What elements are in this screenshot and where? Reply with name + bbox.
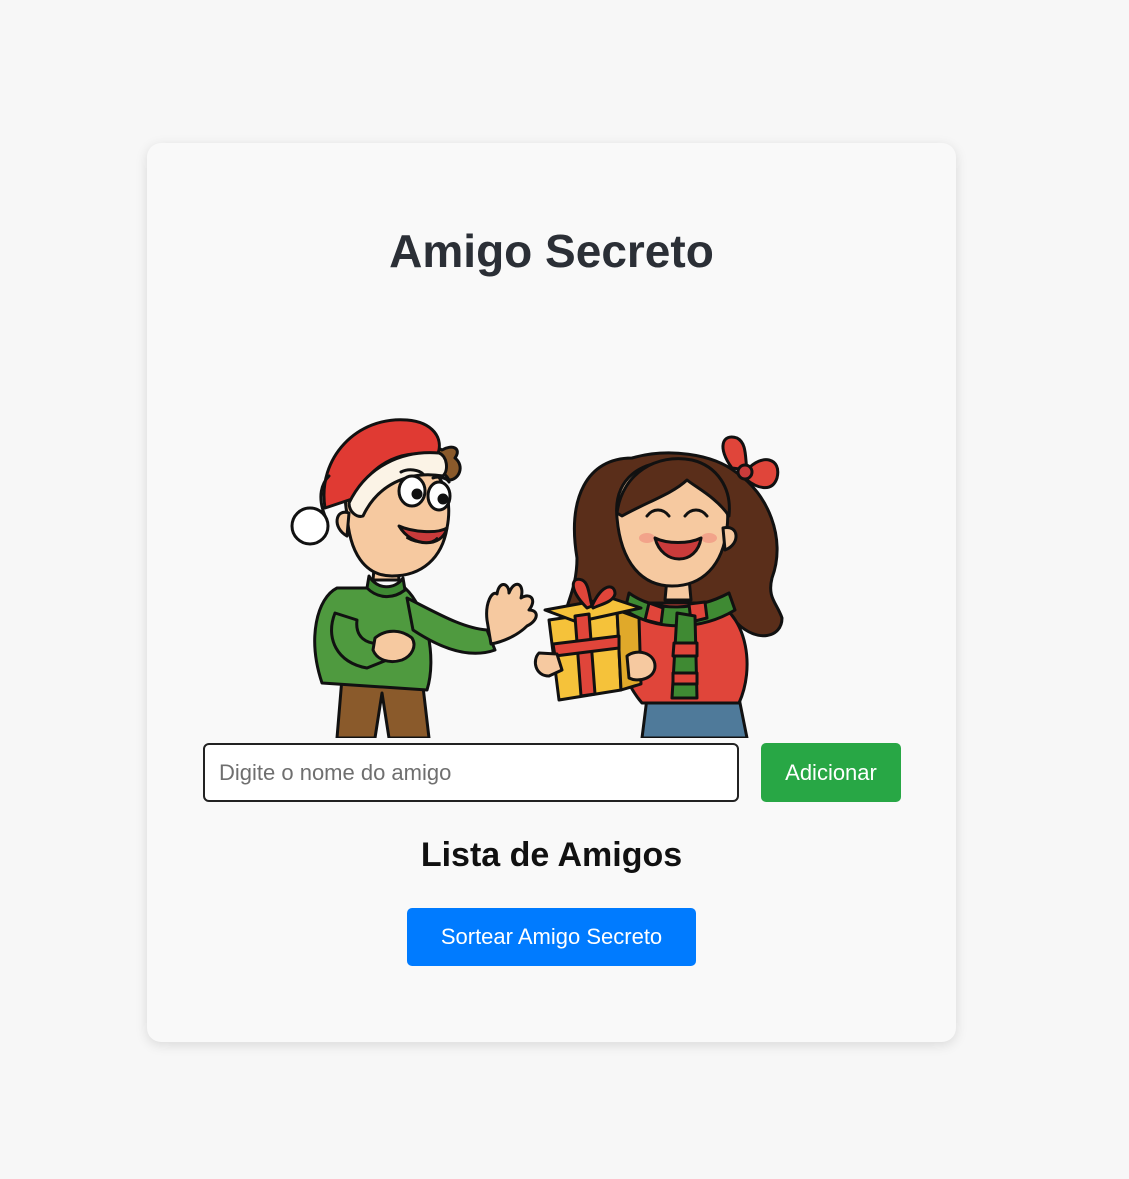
add-friend-button[interactable]: Adicionar xyxy=(761,743,901,802)
page-title: Amigo Secreto xyxy=(389,225,714,277)
main-card: Amigo Secreto Digite o nome do amigo Adi… xyxy=(147,143,956,1042)
friend-name-input[interactable] xyxy=(203,743,739,802)
friend-list-title: Lista de Amigos xyxy=(420,836,683,874)
kids-exchanging-gift-illustration xyxy=(290,418,784,738)
draw-secret-friend-button[interactable]: Sortear Amigo Secreto xyxy=(407,908,696,966)
